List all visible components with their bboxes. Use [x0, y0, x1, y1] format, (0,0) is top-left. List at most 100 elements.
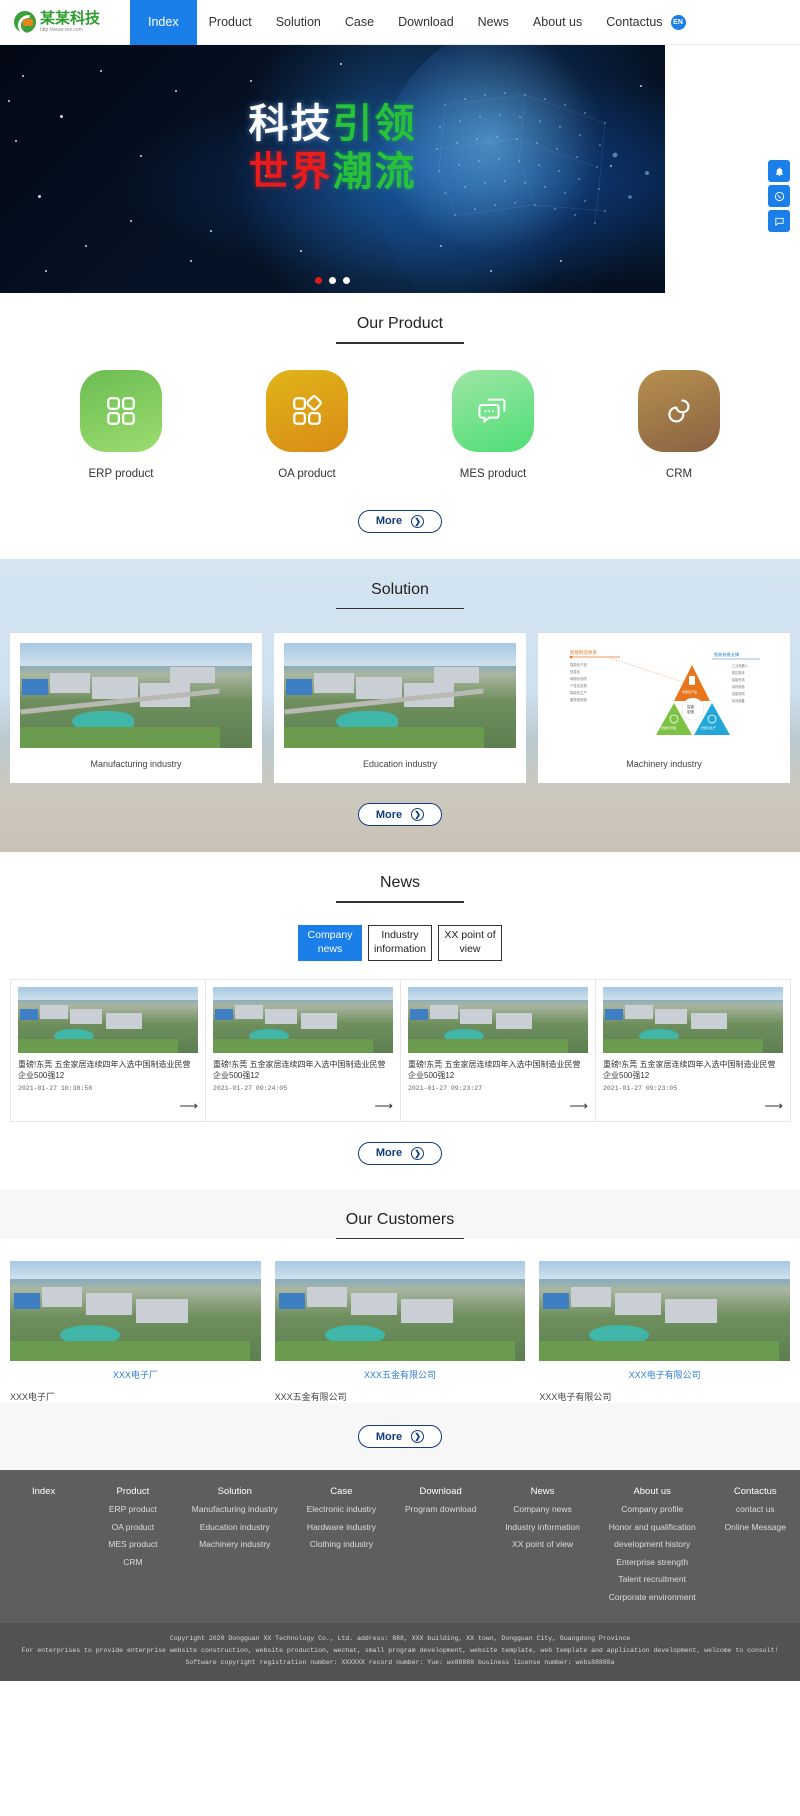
footer-head-news[interactable]: News	[505, 1486, 580, 1497]
news-tab-industry-information[interactable]: Industry information	[368, 924, 432, 961]
footer-link-enterprise-strength[interactable]: Enterprise strength	[609, 1557, 696, 1568]
solution-more-wrap: More ❯	[0, 783, 800, 830]
svg-text:智能: 智能	[687, 704, 695, 709]
nav-item-solution[interactable]: Solution	[264, 0, 333, 45]
footer-link-clothing-industry[interactable]: Clothing industry	[307, 1539, 376, 1550]
customer-name: XXX电子有限公司	[539, 1392, 612, 1403]
news-card[interactable]: 重磅!东莞 五金家居连续四年入选中国制造业民营企业500强12 2021-01-…	[400, 978, 596, 1122]
news-tab-xx-point-of-view[interactable]: XX point of view	[438, 924, 502, 961]
news-thumbnail	[603, 986, 783, 1053]
footer-head-product[interactable]: Product	[103, 1486, 163, 1497]
solution-more-button[interactable]: More ❯	[357, 803, 443, 826]
arrow-right-icon[interactable]: ⟶	[213, 1098, 393, 1114]
customers-section: Our Customers XXX电子厂 XXX电子厂 XXX五金有限公司 XX…	[0, 1188, 800, 1471]
news-thumbnail	[408, 986, 588, 1053]
main-navigation: Index Product Solution Case Download New…	[130, 0, 686, 45]
arrow-right-icon[interactable]: ⟶	[18, 1098, 198, 1114]
nav-item-download[interactable]: Download	[386, 0, 466, 45]
product-card-mes[interactable]: MES product	[418, 369, 568, 480]
news-thumbnail	[18, 986, 198, 1053]
product-more-button[interactable]: More ❯	[357, 509, 443, 533]
footer-link-industry-information[interactable]: Industry information	[505, 1522, 580, 1533]
arrow-right-icon[interactable]: ⟶	[408, 1098, 588, 1114]
solution-card-education[interactable]: Education industry	[274, 633, 526, 783]
svg-text:检测装备: 检测装备	[732, 698, 746, 703]
news-card[interactable]: 重磅!东莞 五金家居连续四年入选中国制造业民营企业500强12 2021-01-…	[10, 978, 206, 1122]
footer-column-contact-us: Contactus contact us Online Message	[725, 1486, 786, 1609]
notification-icon[interactable]	[768, 160, 790, 182]
logo-mark-icon	[14, 11, 36, 33]
arrow-right-icon[interactable]: ⟶	[603, 1098, 783, 1114]
footer-link-contact-us[interactable]: contact us	[725, 1504, 786, 1515]
carousel-dot-1[interactable]	[315, 277, 322, 284]
news-card[interactable]: 重磅!东莞 五金家居连续四年入选中国制造业民营企业500强12 2021-01-…	[205, 978, 401, 1122]
footer-link-online-message[interactable]: Online Message	[725, 1522, 786, 1533]
footer-link-talent-recruitment[interactable]: Talent recruitment	[609, 1574, 696, 1585]
message-icon[interactable]	[768, 210, 790, 232]
carousel-dot-2[interactable]	[329, 277, 336, 284]
svg-text:智能装备支撑: 智能装备支撑	[714, 651, 740, 658]
customer-link[interactable]: XXX电子厂	[10, 1368, 261, 1381]
svg-text:智能化产品: 智能化产品	[682, 689, 697, 694]
footer-head-index[interactable]: Index	[32, 1486, 74, 1497]
footer-head-solution[interactable]: Solution	[192, 1486, 278, 1497]
footer-link-development-history[interactable]: development history	[609, 1539, 696, 1550]
footer-link-crm[interactable]: CRM	[103, 1557, 163, 1568]
footer-link-erp-product[interactable]: ERP product	[103, 1504, 163, 1515]
logo-url: http://www.xxx.com	[40, 27, 83, 33]
product-card-erp[interactable]: ERP product	[46, 369, 196, 480]
nav-item-news[interactable]: News	[466, 0, 521, 45]
footer-link-hardware-industry[interactable]: Hardware industry	[307, 1522, 376, 1533]
footer-link-manufacturing-industry[interactable]: Manufacturing industry	[192, 1504, 278, 1515]
footer-link-mes-product[interactable]: MES product	[103, 1539, 163, 1550]
footer-head-download[interactable]: Download	[405, 1486, 476, 1497]
phone-icon[interactable]	[768, 185, 790, 207]
carousel-dots	[0, 277, 665, 284]
footer-link-oa-product[interactable]: OA product	[103, 1522, 163, 1533]
customer-card[interactable]: XXX五金有限公司 XXX五金有限公司	[274, 1261, 526, 1403]
footer-link-education-industry[interactable]: Education industry	[192, 1522, 278, 1533]
footer-link-honor-and-qualification[interactable]: Honor and qualification	[609, 1522, 696, 1533]
solution-card-machinery[interactable]: 智能制造体系 智能化产品 信息化 网络化协同 个性化定制 智能化生产 服务型制造…	[538, 633, 790, 783]
footer-link-electronic-industry[interactable]: Electronic industry	[307, 1504, 376, 1515]
customer-link[interactable]: XXX五金有限公司	[275, 1368, 526, 1381]
nav-item-index[interactable]: Index	[130, 0, 197, 45]
footer-column-case: Case Electronic industry Hardware indust…	[307, 1486, 376, 1609]
floating-side-toolbar	[768, 160, 790, 232]
solution-image-education	[284, 643, 516, 748]
solution-section-title: Solution	[371, 580, 429, 598]
footer-link-machinery-industry[interactable]: Machinery industry	[192, 1539, 278, 1550]
footer-link-corporate-environment[interactable]: Corporate environment	[609, 1592, 696, 1603]
footer-head-contact-us[interactable]: Contactus	[725, 1486, 786, 1497]
news-tab-company-news[interactable]: Company news	[298, 924, 362, 961]
product-card-crm[interactable]: CRM	[604, 369, 754, 480]
nav-item-case[interactable]: Case	[333, 0, 386, 45]
footer-link-program-download[interactable]: Program download	[405, 1504, 476, 1515]
customer-card[interactable]: XXX电子厂 XXX电子厂	[10, 1261, 261, 1403]
customers-more-button[interactable]: More ❯	[357, 1425, 443, 1449]
product-more-label: More	[375, 515, 403, 527]
solution-card-manufacturing[interactable]: Manufacturing industry	[10, 633, 262, 783]
site-logo[interactable]: 某某科技 http://www.xxx.com	[14, 11, 124, 33]
product-card-oa[interactable]: OA product	[232, 369, 382, 480]
language-switch-button[interactable]: EN	[670, 14, 686, 30]
nav-item-product[interactable]: Product	[197, 0, 264, 45]
svg-text:智能化生产: 智能化生产	[570, 690, 588, 695]
carousel-dot-3[interactable]	[343, 277, 350, 284]
customer-card[interactable]: XXX电子有限公司 XXX电子有限公司	[539, 1261, 791, 1403]
page-root: 某某科技 http://www.xxx.com Index Product So…	[0, 0, 800, 1682]
chevron-right-icon: ❯	[411, 1430, 425, 1444]
footer-link-company-profile[interactable]: Company profile	[609, 1504, 696, 1515]
footer-head-case[interactable]: Case	[307, 1486, 376, 1497]
news-more-label: More	[375, 1147, 403, 1160]
news-tab-list: Company news Industry information XX poi…	[0, 903, 800, 961]
footer-head-about-us[interactable]: About us	[609, 1486, 696, 1497]
nav-item-about-us[interactable]: About us	[521, 0, 594, 45]
footer-link-xx-point-of-view[interactable]: XX point of view	[505, 1539, 580, 1550]
customer-link[interactable]: XXX电子有限公司	[539, 1368, 790, 1381]
footer-link-company-news[interactable]: Company news	[505, 1504, 580, 1515]
nav-item-contact-us[interactable]: Contactus	[594, 0, 664, 45]
product-label-erp: ERP product	[88, 467, 154, 480]
news-more-button[interactable]: More ❯	[357, 1141, 443, 1165]
news-card[interactable]: 重磅!东莞 五金家居连续四年入选中国制造业民营企业500强12 2021-01-…	[595, 978, 791, 1122]
